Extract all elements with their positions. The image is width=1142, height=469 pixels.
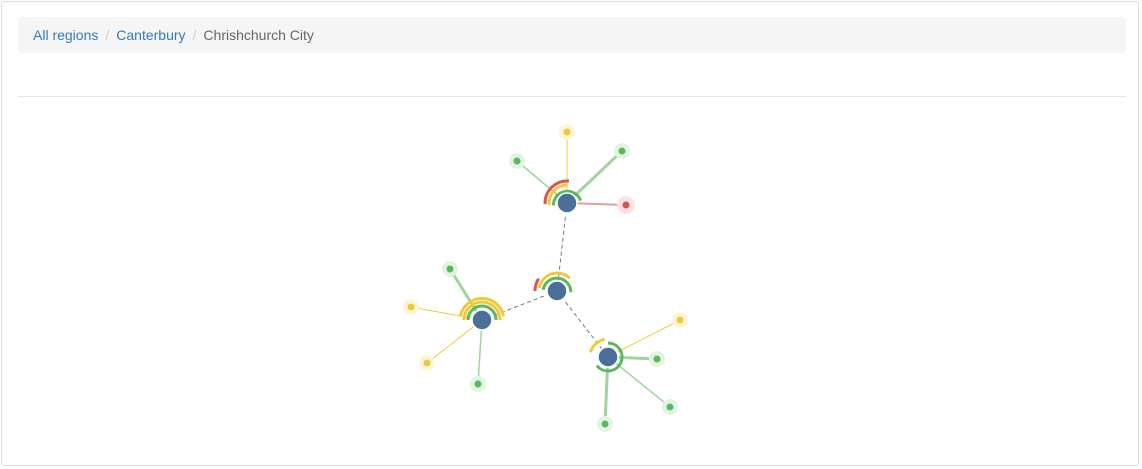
leaf-node-good[interactable]	[601, 420, 609, 428]
hub-node-top[interactable]	[556, 192, 578, 214]
hub-node-right[interactable]	[597, 346, 619, 368]
network-panel: All regions / Canterbury / Chrishchurch …	[1, 1, 1139, 466]
leaf-node-warn[interactable]	[676, 316, 684, 324]
hub-links	[481, 202, 609, 358]
spoke-link	[607, 319, 681, 358]
leaf-node-warn[interactable]	[407, 303, 415, 311]
hub-link	[556, 290, 609, 358]
hub-node-center[interactable]	[546, 280, 568, 302]
leaf-node-good[interactable]	[666, 403, 674, 411]
leaf-node-good[interactable]	[618, 147, 626, 155]
leaf-node-good[interactable]	[474, 380, 482, 388]
leaf-node-warn[interactable]	[563, 128, 571, 136]
leaf-node-good[interactable]	[513, 157, 521, 165]
leaf-node-good[interactable]	[446, 265, 454, 273]
leaf-node-bad[interactable]	[622, 201, 630, 209]
status-arc-bad	[533, 277, 540, 292]
hub-node-left[interactable]	[471, 309, 493, 331]
leaf-node-warn[interactable]	[423, 359, 431, 367]
hub-status-arcs	[458, 179, 624, 373]
network-graph	[403, 124, 688, 432]
leaf-node-good[interactable]	[653, 355, 661, 363]
